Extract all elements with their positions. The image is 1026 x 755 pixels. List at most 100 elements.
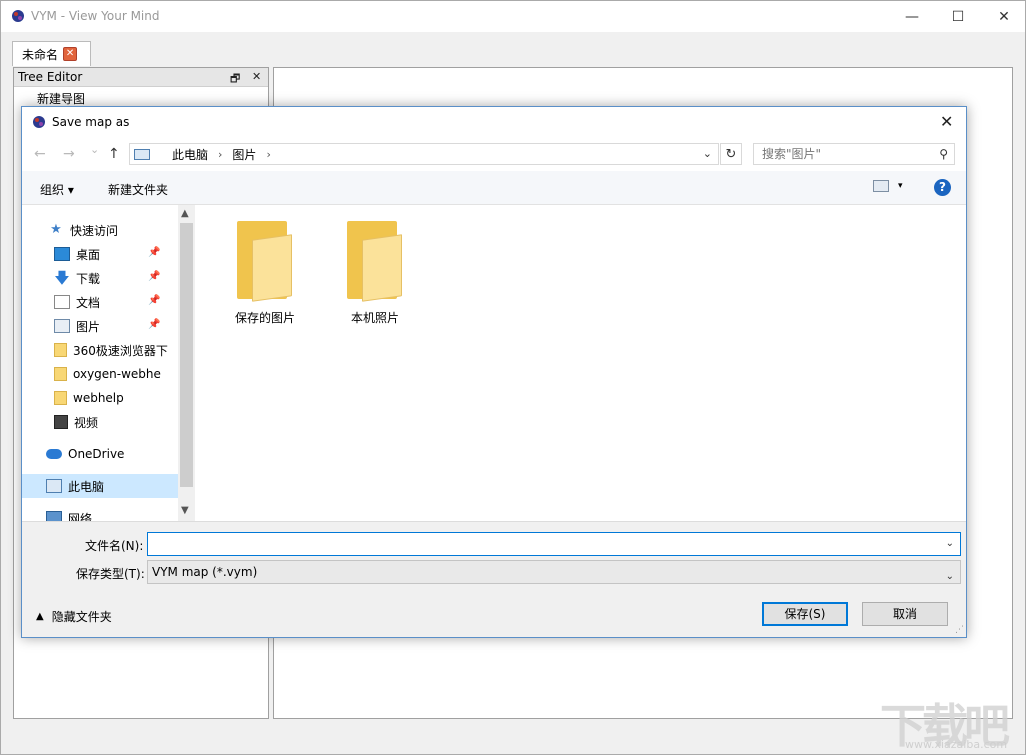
navigation-bar: ← → ⌄ ↑ 此电脑 › 图片 › ⌄ ↻ ⚲	[22, 137, 966, 171]
window-title: VYM - View Your Mind	[31, 9, 160, 23]
filetype-dropdown-chevron-icon[interactable]: ⌄	[946, 566, 954, 588]
organize-menu-button[interactable]: 组织 ▾	[40, 181, 74, 198]
nav-item-label: 网络	[68, 511, 93, 522]
pin-icon: 📌	[148, 295, 161, 306]
close-window-button[interactable]: ✕	[981, 1, 1026, 32]
address-bar[interactable]: 此电脑 › 图片 › ⌄	[129, 143, 719, 165]
folder-icon	[54, 367, 67, 381]
folder-icon	[347, 221, 403, 302]
scroll-down-icon[interactable]: ▼	[181, 505, 189, 516]
filename-input[interactable]	[148, 533, 938, 555]
breadcrumb-separator-icon[interactable]: ›	[218, 148, 222, 161]
nav-item-webhelp[interactable]: webhelp	[22, 386, 178, 410]
recent-locations-chevron-icon[interactable]: ⌄	[90, 143, 99, 156]
back-arrow-icon[interactable]: ←	[34, 146, 46, 162]
nav-item-this-pc[interactable]: 此电脑	[22, 474, 178, 498]
change-view-icon[interactable]	[873, 180, 889, 192]
save-map-dialog: Save map as ✕ ← → ⌄ ↑ 此电脑 › 图片 › ⌄ ↻ ⚲ 组…	[21, 106, 967, 638]
dialog-title: Save map as	[52, 115, 130, 129]
folder-label: 保存的图片	[234, 311, 295, 325]
nav-item-onedrive[interactable]: OneDrive	[22, 442, 178, 466]
navigation-pane: ★ 快速访问 桌面 📌 🡇 下载 📌 文档 📌 图片 📌 360极速浏览器下 o…	[22, 205, 178, 521]
nav-item-videos[interactable]: 视频	[22, 410, 178, 434]
up-arrow-icon[interactable]: ↑	[108, 146, 120, 162]
save-options-panel: 文件名(N): ⌄ 保存类型(T): VYM map (*.vym) ⌄ ▲ 隐…	[22, 521, 966, 637]
filetype-select[interactable]: VYM map (*.vym) ⌄	[147, 560, 961, 584]
save-button[interactable]: 保存(S)	[762, 602, 848, 626]
nav-item-downloads[interactable]: 🡇 下载 📌	[22, 266, 178, 290]
close-panel-icon[interactable]: ✕	[252, 70, 261, 83]
vym-app-icon	[12, 10, 24, 22]
nav-item-label: 下载	[76, 271, 101, 286]
download-icon: 🡇	[54, 269, 70, 287]
nav-item-documents[interactable]: 文档 📌	[22, 290, 178, 314]
filetype-label: 保存类型(T):	[76, 567, 145, 581]
address-dropdown-chevron-icon[interactable]: ⌄	[703, 147, 712, 160]
computer-icon	[134, 148, 150, 160]
nav-item-label: OneDrive	[68, 447, 125, 461]
tree-editor-header: Tree Editor 🗗 ✕	[14, 68, 268, 87]
search-box[interactable]: ⚲	[753, 143, 955, 165]
vym-dialog-icon	[33, 116, 45, 128]
folder-camera-roll[interactable]: 本机照片	[325, 205, 425, 325]
nav-item-oxygen-webhelp[interactable]: oxygen-webhe	[22, 362, 178, 386]
command-bar: 组织 ▾ 新建文件夹 ▾ ?	[22, 171, 966, 205]
video-icon	[54, 415, 68, 429]
folder-label: 本机照片	[350, 311, 399, 325]
nav-pane-scrollbar[interactable]: ▲ ▼	[178, 205, 195, 521]
nav-item-360-browser[interactable]: 360极速浏览器下	[22, 338, 178, 362]
hide-folders-label: 隐藏文件夹	[51, 610, 112, 624]
title-bar: VYM - View Your Mind — ☐ ✕	[1, 1, 1025, 32]
scrollbar-thumb[interactable]	[180, 223, 193, 487]
new-folder-button[interactable]: 新建文件夹	[108, 181, 168, 198]
nav-item-label: oxygen-webhe	[73, 367, 161, 381]
maximize-button[interactable]: ☐	[935, 1, 981, 32]
cancel-button[interactable]: 取消	[862, 602, 948, 626]
star-icon: ★	[50, 222, 62, 237]
nav-item-network[interactable]: 网络	[22, 506, 178, 521]
folder-icon	[54, 343, 67, 357]
pin-icon: 📌	[148, 319, 161, 330]
resize-grip-icon[interactable]: ⋰	[955, 625, 964, 635]
filetype-value: VYM map (*.vym)	[152, 565, 258, 579]
view-options-chevron-icon[interactable]: ▾	[898, 181, 903, 191]
filename-combobox[interactable]: ⌄	[147, 532, 961, 556]
tab-close-icon[interactable]: ✕	[63, 47, 78, 61]
breadcrumb-separator-icon[interactable]: ›	[266, 148, 270, 161]
nav-item-label: 图片	[76, 319, 101, 334]
folder-icon	[54, 391, 67, 405]
filename-label: 文件名(N):	[85, 539, 144, 553]
breadcrumb-pictures[interactable]: 图片	[232, 146, 256, 163]
tab-untitled[interactable]: 未命名 ✕	[12, 41, 91, 66]
file-list: 保存的图片 本机照片	[195, 205, 966, 521]
document-tabs: 未命名 ✕	[1, 32, 1025, 66]
search-icon[interactable]: ⚲	[939, 147, 948, 161]
folder-saved-pictures[interactable]: 保存的图片	[215, 205, 315, 325]
forward-arrow-icon[interactable]: →	[63, 146, 75, 162]
hide-folders-toggle[interactable]: ▲ 隐藏文件夹	[36, 608, 112, 625]
nav-item-quick-access[interactable]: ★ 快速访问	[22, 218, 178, 242]
float-panel-icon[interactable]: 🗗	[230, 70, 240, 89]
scroll-up-icon[interactable]: ▲	[181, 208, 189, 219]
pin-icon: 📌	[148, 271, 161, 282]
computer-icon	[46, 479, 62, 493]
pictures-icon	[54, 319, 70, 333]
nav-item-label: 文档	[76, 295, 101, 310]
network-icon	[46, 511, 62, 521]
tree-root-item[interactable]: 新建导图	[14, 87, 268, 107]
dialog-title-bar: Save map as ✕	[22, 107, 966, 137]
nav-item-desktop[interactable]: 桌面 📌	[22, 242, 178, 266]
pin-icon: 📌	[148, 247, 161, 258]
breadcrumb-this-pc[interactable]: 此电脑	[172, 146, 208, 163]
dialog-close-icon[interactable]: ✕	[940, 112, 953, 131]
folder-icon	[237, 221, 293, 302]
desktop-icon	[54, 247, 70, 261]
help-icon[interactable]: ?	[934, 179, 951, 196]
refresh-button[interactable]: ↻	[720, 143, 742, 165]
nav-item-label: 视频	[74, 415, 99, 430]
nav-item-pictures[interactable]: 图片 📌	[22, 314, 178, 338]
filename-dropdown-chevron-icon[interactable]: ⌄	[946, 538, 954, 549]
search-input[interactable]	[762, 144, 932, 164]
nav-item-label: 360极速浏览器下	[73, 343, 168, 358]
minimize-button[interactable]: —	[889, 1, 935, 32]
